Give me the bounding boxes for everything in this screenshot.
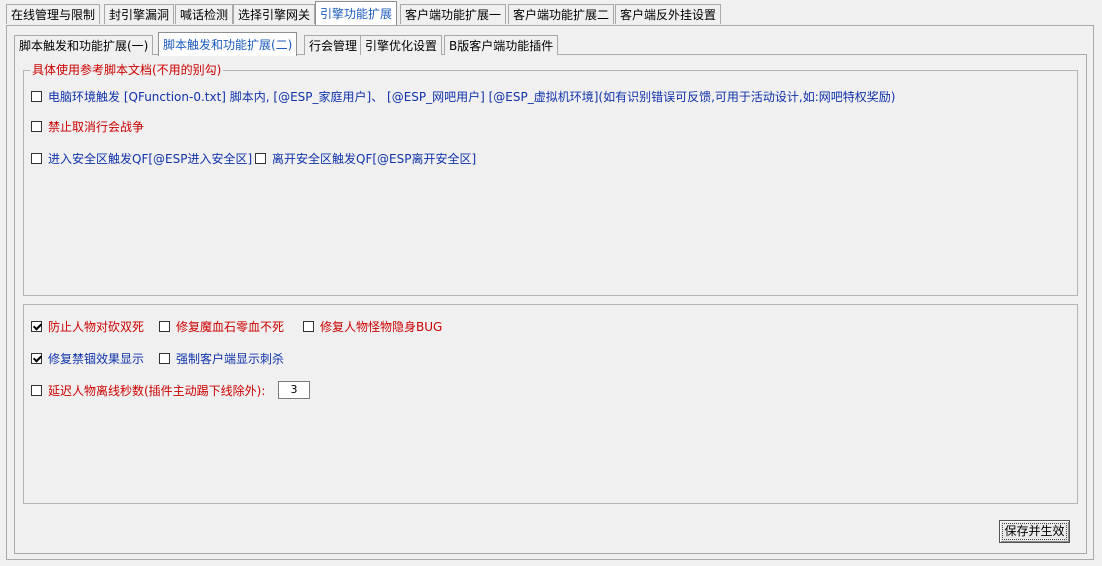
option-fix-imprison-display[interactable]: 修复禁锢效果显示	[31, 350, 144, 366]
option-label: 延迟人物离线秒数(插件主动踢下线除外):	[48, 383, 266, 398]
option-enter-safezone-trigger[interactable]: 进入安全区触发QF[@ESP进入安全区]	[31, 150, 252, 166]
subtab-b-client-plugin[interactable]: B版客户端功能插件	[444, 35, 559, 55]
checkbox[interactable]	[31, 152, 42, 164]
tab-engine-extension[interactable]: 引擎功能扩展	[315, 1, 398, 25]
checkbox[interactable]	[31, 120, 42, 132]
checkbox[interactable]	[159, 320, 170, 332]
option-label: 修复禁锢效果显示	[48, 351, 145, 366]
checkbox[interactable]	[31, 352, 42, 364]
subtab-guild-management[interactable]: 行会管理	[304, 35, 363, 55]
option-label: 修复魔血石零血不死	[176, 319, 285, 334]
option-label: 防止人物对砍双死	[48, 319, 145, 334]
subtab-script-trigger-2[interactable]: 脚本触发和功能扩展(二)	[158, 32, 298, 56]
checkbox[interactable]	[31, 320, 42, 332]
checkbox[interactable]	[31, 384, 42, 396]
tab-client-extension-2[interactable]: 客户端功能扩展二	[508, 4, 615, 24]
option-environment-trigger[interactable]: 电脑环境触发 [QFunction-0.txt] 脚本内, [@ESP_家庭用户…	[31, 88, 895, 104]
option-label: 电脑环境触发 [QFunction-0.txt] 脚本内, [@ESP_家庭用户…	[48, 89, 896, 104]
delay-seconds-input[interactable]: 3	[278, 381, 310, 399]
option-label: 离开安全区触发QF[@ESP离开安全区]	[272, 151, 477, 166]
option-prevent-double-death[interactable]: 防止人物对砍双死	[31, 318, 144, 334]
subtab-script-trigger-1[interactable]: 脚本触发和功能扩展(一)	[14, 35, 154, 55]
option-label: 进入安全区触发QF[@ESP进入安全区]	[48, 151, 253, 166]
checkbox[interactable]	[255, 152, 266, 164]
window-edge	[1095, 0, 1102, 566]
option-forbid-cancel-guild-war[interactable]: 禁止取消行会战争	[31, 118, 144, 134]
checkbox[interactable]	[303, 320, 314, 332]
tab-shout-detection[interactable]: 喊话检测	[175, 4, 234, 24]
tab-client-extension-1[interactable]: 客户端功能扩展一	[400, 4, 507, 24]
option-fix-invisibility-bug[interactable]: 修复人物怪物隐身BUG	[303, 318, 442, 334]
option-label: 修复人物怪物隐身BUG	[320, 319, 443, 334]
option-leave-safezone-trigger[interactable]: 离开安全区触发QF[@ESP离开安全区]	[255, 150, 476, 166]
option-label: 禁止取消行会战争	[48, 119, 145, 134]
checkbox[interactable]	[159, 352, 170, 364]
save-apply-button[interactable]: 保存并生效	[999, 520, 1070, 543]
subtab-engine-optimization[interactable]: 引擎优化设置	[360, 35, 443, 55]
group-title: 具体使用参考脚本文档(不用的别勾)	[30, 63, 224, 77]
option-delay-offline[interactable]: 延迟人物离线秒数(插件主动踢下线除外):	[31, 382, 265, 398]
checkbox[interactable]	[31, 90, 42, 102]
tab-engine-gateway[interactable]: 选择引擎网关	[233, 4, 316, 24]
tab-engine-exploits[interactable]: 封引擎漏洞	[104, 4, 175, 24]
option-fix-bloodstone[interactable]: 修复魔血石零血不死	[159, 318, 284, 334]
option-force-show-assassinate[interactable]: 强制客户端显示刺杀	[159, 350, 284, 366]
option-label: 强制客户端显示刺杀	[176, 351, 285, 366]
tab-client-anticheat[interactable]: 客户端反外挂设置	[615, 4, 722, 24]
tab-online-management[interactable]: 在线管理与限制	[6, 4, 101, 24]
